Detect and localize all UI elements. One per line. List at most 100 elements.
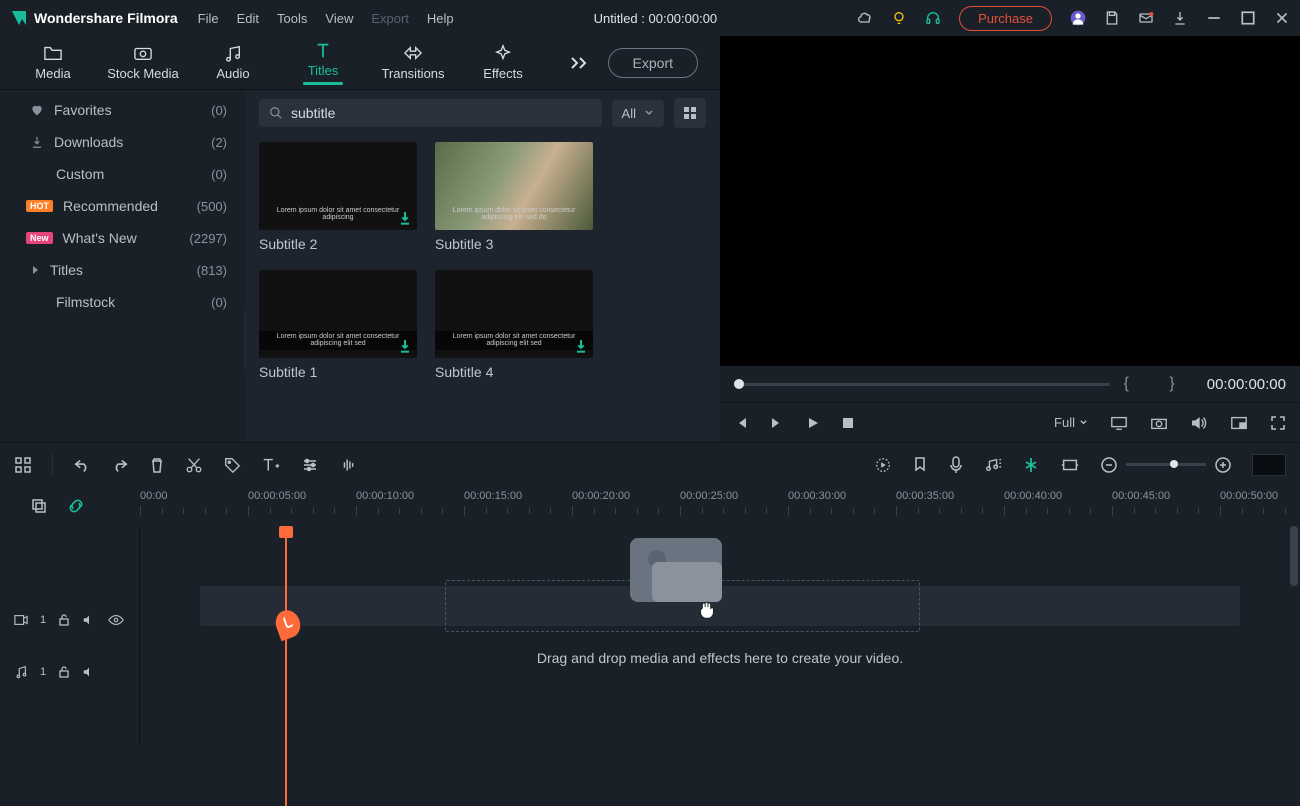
sidebar-downloads[interactable]: Downloads(2): [0, 126, 245, 158]
timeline-toolbar: [0, 442, 1300, 486]
tab-media[interactable]: Media: [8, 44, 98, 81]
zoom-slider[interactable]: [1126, 463, 1206, 466]
sliders-icon[interactable]: [301, 456, 319, 474]
sidebar-filmstock[interactable]: Filmstock(0): [0, 286, 245, 318]
cloud-icon[interactable]: [857, 10, 873, 26]
menu-help[interactable]: Help: [427, 11, 454, 26]
purchase-button[interactable]: Purchase: [959, 6, 1052, 31]
sidebar-favorites[interactable]: Favorites(0): [0, 94, 245, 126]
menu-file[interactable]: File: [198, 11, 219, 26]
zoom-in-icon[interactable]: [1214, 456, 1232, 474]
tab-effects[interactable]: Effects: [458, 44, 548, 81]
snapshot-icon[interactable]: [1150, 415, 1168, 431]
sidebar-label: Custom: [56, 166, 104, 182]
preview-screen: [720, 36, 1300, 366]
step-fwd-icon[interactable]: [770, 416, 784, 430]
download-app-icon[interactable]: [1172, 10, 1188, 26]
close-window-icon[interactable]: [1274, 10, 1290, 26]
ruler-tick: 00:00: [140, 490, 168, 502]
mic-icon[interactable]: [948, 455, 964, 475]
mail-icon[interactable]: [1138, 10, 1154, 26]
unlock-icon[interactable]: [58, 665, 70, 679]
sidebar-titles[interactable]: Titles(813): [0, 254, 245, 286]
thumbnail-item[interactable]: Lorem ipsum dolor sit amet consectetur a…: [259, 142, 417, 252]
render-icon[interactable]: [874, 456, 892, 474]
download-badge-icon[interactable]: [573, 338, 589, 354]
thumb-caption: Lorem ipsum dolor sit amet consectetur a…: [259, 207, 417, 222]
lightbulb-icon[interactable]: [891, 10, 907, 26]
export-button[interactable]: Export: [608, 48, 698, 78]
app-logo: Wondershare Filmora: [10, 9, 198, 27]
mute-icon[interactable]: [82, 666, 96, 678]
sidebar-recommended[interactable]: HOTRecommended(500): [0, 190, 245, 222]
thumbnail-item[interactable]: Lorem ipsum dolor sit amet consectetur a…: [435, 142, 593, 252]
vertical-scrollbar[interactable]: [1290, 526, 1298, 586]
filter-dropdown[interactable]: All: [612, 100, 664, 127]
eye-icon[interactable]: [108, 614, 124, 626]
grid-view-button[interactable]: [674, 98, 706, 128]
thumbnail-item[interactable]: Lorem ipsum dolor sit amet consectetur a…: [259, 270, 417, 380]
timeline-ruler[interactable]: 00:0000:00:05:0000:00:10:0000:00:15:0000…: [140, 486, 1300, 526]
menu-edit[interactable]: Edit: [237, 11, 259, 26]
video-track-header[interactable]: 1: [0, 594, 139, 646]
stop-icon[interactable]: [842, 417, 854, 429]
ruler-tick: 00:00:30:00: [788, 490, 846, 502]
preview-scrubber[interactable]: [734, 383, 1110, 386]
crop-icon[interactable]: [1060, 457, 1080, 473]
step-back-icon[interactable]: [734, 416, 748, 430]
pip-icon[interactable]: [1230, 415, 1248, 431]
track-number: 1: [40, 614, 46, 626]
audio-mixer-icon[interactable]: [984, 456, 1002, 474]
timeline-area[interactable]: Drag and drop media and effects here to …: [140, 526, 1300, 746]
save-icon[interactable]: [1104, 10, 1120, 26]
ruler-row: 00:0000:00:05:0000:00:10:0000:00:15:0000…: [0, 486, 1300, 526]
sidebar-custom[interactable]: Custom(0): [0, 158, 245, 190]
more-tabs-icon[interactable]: [568, 55, 590, 71]
headset-icon[interactable]: [925, 10, 941, 26]
thumbnail-item[interactable]: Lorem ipsum dolor sit amet consectetur a…: [435, 270, 593, 380]
play-icon[interactable]: [806, 416, 820, 430]
sidebar-label: Favorites: [54, 102, 112, 118]
menu-tools[interactable]: Tools: [277, 11, 307, 26]
track-manager-icon[interactable]: [14, 456, 32, 474]
avatar-icon[interactable]: [1070, 10, 1086, 26]
tab-titles[interactable]: Titles: [278, 41, 368, 85]
display-icon[interactable]: [1110, 415, 1128, 431]
tab-transitions[interactable]: Transitions: [368, 44, 458, 81]
download-badge-icon[interactable]: [397, 338, 413, 354]
mute-icon[interactable]: [82, 614, 96, 626]
color-swatches[interactable]: [1252, 454, 1286, 476]
text-add-icon[interactable]: [261, 456, 281, 474]
menu-view[interactable]: View: [325, 11, 353, 26]
sparkle-icon: [492, 44, 514, 62]
duplicate-icon[interactable]: [30, 497, 48, 515]
waveform-icon[interactable]: [339, 456, 359, 474]
preview-panel: { } 00:00:00:00 Full: [720, 36, 1300, 442]
volume-icon[interactable]: [1190, 415, 1208, 431]
playhead[interactable]: [285, 526, 287, 806]
undo-icon[interactable]: [73, 457, 91, 473]
fullscreen-icon[interactable]: [1270, 415, 1286, 431]
delete-icon[interactable]: [149, 456, 165, 474]
tab-audio[interactable]: Audio: [188, 44, 278, 81]
tag-icon[interactable]: [223, 456, 241, 474]
cut-icon[interactable]: [185, 456, 203, 474]
redo-icon[interactable]: [111, 457, 129, 473]
sidebar-whats-new[interactable]: NewWhat's New(2297): [0, 222, 245, 254]
download-badge-icon[interactable]: [397, 210, 413, 226]
marker-icon[interactable]: [912, 456, 928, 474]
minimize-icon[interactable]: [1206, 10, 1222, 26]
tab-stock-media[interactable]: Stock Media: [98, 44, 188, 81]
maximize-icon[interactable]: [1240, 10, 1256, 26]
audio-track-icon: [14, 665, 28, 679]
zoom-control[interactable]: [1100, 456, 1232, 474]
audio-track-header[interactable]: 1: [0, 646, 139, 698]
zoom-out-icon[interactable]: [1100, 456, 1118, 474]
ruler-tick: 00:00:20:00: [572, 490, 630, 502]
search-input[interactable]: [291, 105, 592, 121]
search-box[interactable]: [259, 99, 602, 127]
split-icon[interactable]: [1022, 456, 1040, 474]
quality-dropdown[interactable]: Full: [1054, 415, 1088, 430]
link-icon[interactable]: [66, 497, 86, 515]
unlock-icon[interactable]: [58, 613, 70, 627]
